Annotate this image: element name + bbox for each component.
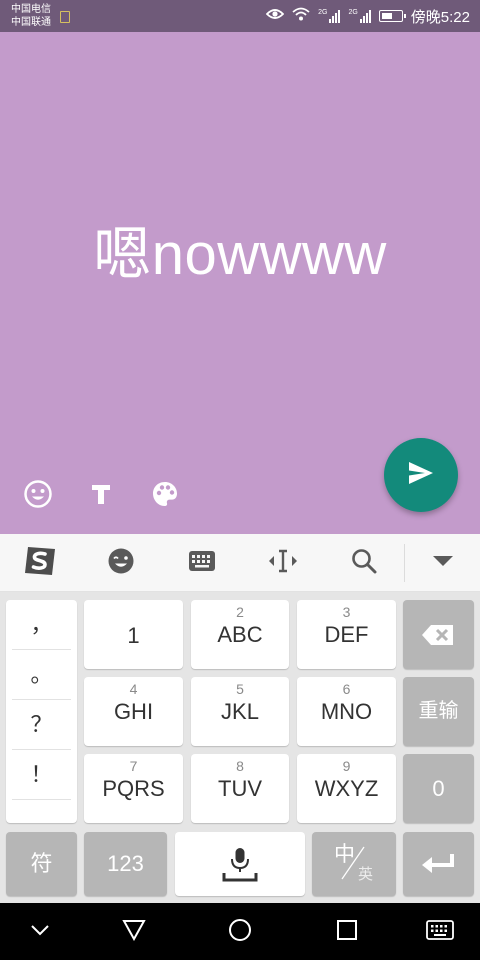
network-type-label: 2G [348, 9, 358, 16]
language-switch-key[interactable]: 中 英 [312, 832, 396, 896]
text-format-icon [89, 482, 113, 511]
punctuation-key[interactable]: ？ [12, 700, 71, 750]
back-icon [122, 919, 146, 946]
wifi-icon [292, 7, 310, 25]
signal-icon: 2G [318, 9, 341, 23]
carrier-1-label: 中国电信 [11, 4, 51, 15]
key-letters: DEF [324, 622, 369, 647]
cursor-move-icon [268, 549, 298, 578]
sogou-menu-button[interactable] [20, 544, 60, 582]
sim-card-icon [60, 11, 70, 23]
key-number: 6 [342, 681, 351, 697]
clock: 傍晚5:22 [410, 8, 470, 26]
send-icon [407, 460, 435, 491]
key-2[interactable]: 2 ABC [191, 600, 289, 669]
key-number: 5 [236, 681, 244, 697]
keyboard-switch-icon [426, 919, 454, 945]
carrier-info: 中国电信 中国联通 [11, 3, 51, 29]
carrier-2-label: 中国联通 [11, 17, 51, 28]
key-6[interactable]: 6 MNO [297, 677, 396, 746]
color-palette-button[interactable] [149, 480, 181, 512]
emoji-icon [23, 479, 53, 514]
ime-toolbar [0, 534, 480, 592]
nav-back-button[interactable] [119, 917, 149, 947]
punctuation-list[interactable]: ， 。 ？ ！ [6, 600, 77, 823]
key-number: 8 [236, 758, 244, 774]
symbol-key[interactable]: 符 [6, 832, 77, 896]
key-4[interactable]: 4 GHI [84, 677, 183, 746]
key-number: 7 [129, 758, 138, 774]
cursor-move-button[interactable] [263, 544, 303, 582]
ime-search-button[interactable] [344, 544, 384, 582]
navigation-bar [0, 903, 480, 960]
punctuation-key[interactable]: ， [12, 600, 71, 650]
key-0[interactable]: 0 [403, 754, 474, 823]
backspace-icon [421, 624, 455, 651]
key-1[interactable]: 1 [84, 600, 183, 669]
key-number: 2 [236, 604, 244, 620]
status-indicators: 2G 2G 傍晚5:22 [265, 6, 470, 26]
microphone-icon [222, 847, 258, 888]
text-format-button[interactable] [85, 480, 117, 512]
backspace-key[interactable] [403, 600, 474, 669]
numeric-label: 123 [107, 851, 144, 876]
key-7[interactable]: 7 PQRS [84, 754, 183, 823]
key-letters: WXYZ [314, 776, 379, 801]
key-letters: 1 [127, 623, 140, 648]
recents-icon [336, 919, 358, 946]
status-compose-area[interactable]: 嗯nowwww [0, 32, 480, 534]
enter-key[interactable] [403, 832, 474, 896]
key-5[interactable]: 5 JKL [191, 677, 289, 746]
network-type-label: 2G [318, 9, 328, 16]
home-icon [228, 918, 252, 947]
battery-fill [381, 13, 392, 19]
send-button[interactable] [384, 438, 458, 512]
sogou-logo-icon [22, 544, 58, 583]
collapse-chevron-icon [30, 923, 50, 941]
toolbar-divider [404, 544, 405, 582]
keyboard-icon [188, 550, 216, 577]
reenter-key[interactable]: 重输 [403, 677, 474, 746]
key-8[interactable]: 8 TUV [191, 754, 289, 823]
key-letters: ABC [217, 622, 263, 647]
punctuation-key[interactable]: ！ [12, 750, 71, 800]
battery-icon [378, 10, 406, 22]
key-letters: PQRS [102, 776, 165, 801]
enter-icon [421, 852, 455, 879]
key-number: 3 [342, 604, 351, 620]
eye-comfort-icon [265, 7, 285, 25]
collapse-keyboard-button[interactable] [423, 544, 463, 582]
voice-space-key[interactable] [175, 832, 305, 896]
reenter-label: 重输 [418, 700, 459, 722]
keyboard-layout-button[interactable] [182, 544, 222, 582]
nav-recents-button[interactable] [332, 917, 362, 947]
t9-keyboard: ， 。 ？ ！ 1 2 ABC 3 DEF 4 GHI 5 JKL 6 MNO … [0, 592, 480, 903]
status-bar: 中国电信 中国联通 2G 2G 傍晚5:22 [0, 0, 480, 32]
key-number: 4 [129, 681, 138, 697]
punctuation-key[interactable]: 。 [12, 650, 71, 700]
key-letters: 0 [432, 776, 445, 801]
ime-emoji-button[interactable] [101, 544, 141, 582]
emoji-button[interactable] [22, 479, 54, 514]
english-mode-label: 英 [358, 866, 374, 883]
key-number: 9 [342, 758, 351, 774]
signal-icon: 2G [348, 9, 371, 23]
key-9[interactable]: 9 WXYZ [297, 754, 396, 823]
key-letters: GHI [113, 699, 154, 724]
status-text-input[interactable]: 嗯nowwww [0, 220, 480, 290]
key-letters: MNO [320, 699, 373, 724]
key-letters: TUV [218, 776, 262, 801]
palette-icon [151, 480, 179, 513]
search-icon [351, 548, 377, 579]
nav-keyboard-button[interactable] [425, 917, 455, 947]
symbol-label: 符 [30, 851, 53, 876]
collapse-icon [432, 554, 454, 572]
nav-collapse-button[interactable] [25, 917, 55, 947]
key-3[interactable]: 3 DEF [297, 600, 396, 669]
numeric-key[interactable]: 123 [84, 832, 167, 896]
emoji-face-icon [107, 547, 135, 580]
nav-home-button[interactable] [225, 917, 255, 947]
key-letters: JKL [221, 699, 259, 724]
